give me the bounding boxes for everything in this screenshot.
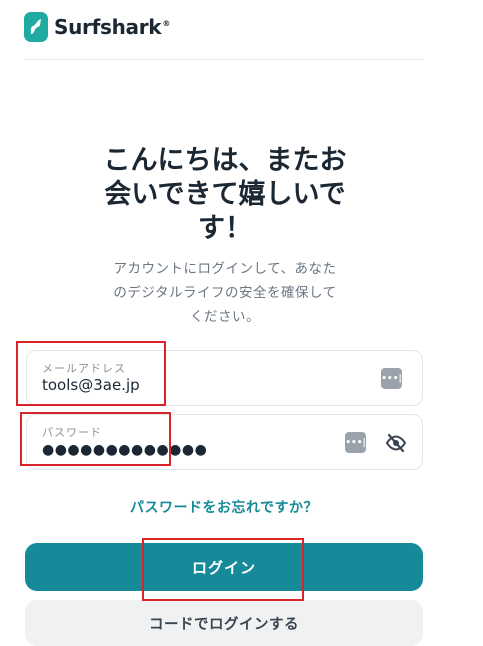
password-input[interactable]: ●●●●●●●●●●●●● bbox=[42, 442, 207, 458]
subtitle-line: のデジタルライフの安全を確保して bbox=[113, 285, 337, 301]
email-field[interactable]: メールアドレス tools@3ae.jp •••| bbox=[26, 350, 423, 406]
page-title-line: こんにちは、またお bbox=[103, 145, 347, 176]
login-page: Surfshark® こんにちは、またお 会いできて嬉しいで す！ アカウントに… bbox=[0, 0, 483, 646]
page-title-line: す！ bbox=[198, 213, 252, 244]
page-subtitle: アカウントにログインして、あなた のデジタルライフの安全を確保して ください。 bbox=[90, 257, 360, 329]
surfshark-logo[interactable]: Surfshark® bbox=[24, 12, 170, 42]
eye-slash-icon[interactable] bbox=[385, 432, 407, 454]
email-label: メールアドレス bbox=[42, 362, 126, 375]
header-divider bbox=[24, 59, 424, 60]
page-title: こんにちは、またお 会いできて嬉しいで す！ bbox=[90, 144, 360, 246]
email-input[interactable]: tools@3ae.jp bbox=[42, 376, 140, 394]
registered-mark: ® bbox=[162, 19, 171, 29]
code-login-button[interactable]: コードでログインする bbox=[25, 600, 423, 646]
login-button[interactable]: ログイン bbox=[25, 543, 423, 591]
password-manager-icon[interactable]: •••| bbox=[345, 432, 366, 453]
password-label: パスワード bbox=[42, 426, 102, 439]
page-title-line: 会いできて嬉しいで bbox=[104, 179, 346, 210]
password-field[interactable]: パスワード ●●●●●●●●●●●●● •••| bbox=[26, 414, 423, 470]
subtitle-line: アカウントにログインして、あなた bbox=[113, 261, 337, 277]
header: Surfshark® bbox=[0, 0, 483, 60]
subtitle-line: ください。 bbox=[190, 309, 260, 325]
surfshark-logo-icon bbox=[24, 12, 48, 42]
password-manager-icon[interactable]: •••| bbox=[381, 368, 402, 389]
forgot-password-link[interactable]: パスワードをお忘れですか？ bbox=[0, 497, 448, 517]
brand-name: Surfshark® bbox=[54, 15, 171, 39]
